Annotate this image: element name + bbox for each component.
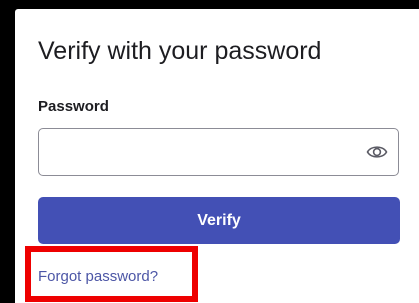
eye-icon[interactable] xyxy=(366,142,388,162)
verify-button[interactable]: Verify xyxy=(38,197,400,244)
password-field xyxy=(38,128,399,176)
password-label: Password xyxy=(38,98,109,115)
page-title: Verify with your password xyxy=(38,37,322,65)
verify-password-card: Verify with your password Password Verif… xyxy=(15,9,419,303)
password-input[interactable] xyxy=(39,129,359,175)
forgot-password-link[interactable]: Forgot password? xyxy=(38,268,158,285)
